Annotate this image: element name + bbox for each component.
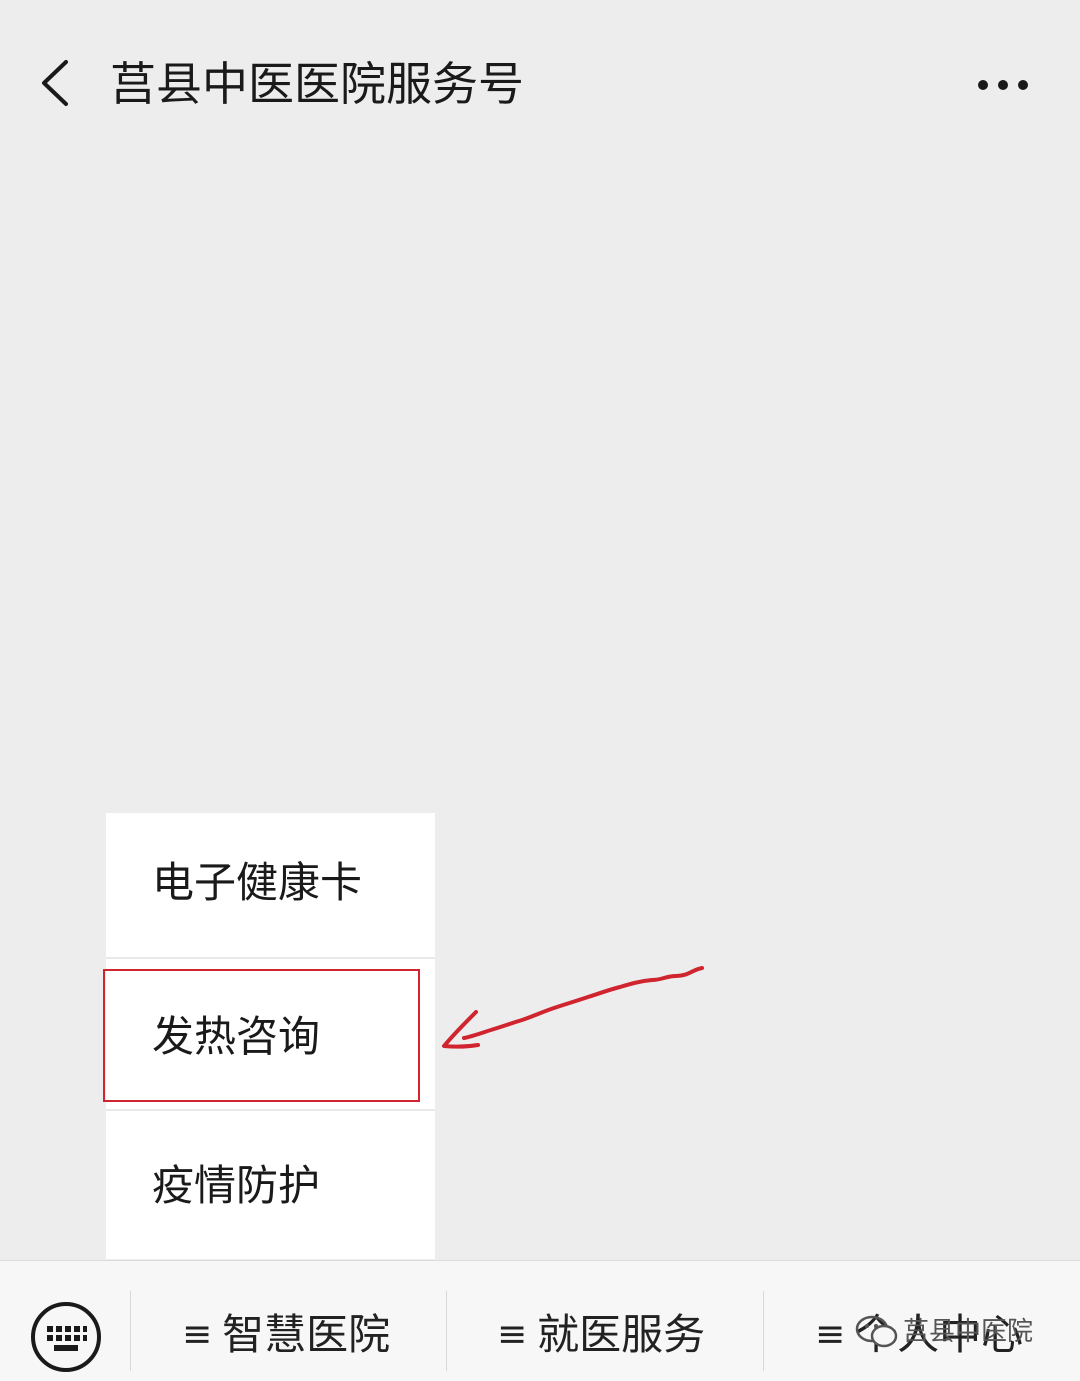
bottom-menu-bar: ≡ 智慧医院 ≡ 就医服务 ≡ 个人中心 — [0, 1260, 1080, 1381]
menu-divider — [106, 1109, 435, 1111]
ellipsis-icon — [978, 80, 1028, 90]
tab-smart-hospital[interactable]: ≡ 智慧医院 — [182, 1299, 390, 1371]
menu-item-epidemic-protection[interactable]: 疫情防护 — [106, 1113, 435, 1253]
menu-lines-icon: ≡ — [182, 1314, 213, 1355]
chevron-left-icon — [42, 60, 68, 106]
tab-medical-services[interactable]: ≡ 就医服务 — [497, 1299, 705, 1371]
menu-item-label: 电子健康卡 — [152, 858, 363, 907]
tab-divider — [130, 1291, 131, 1371]
keyboard-icon — [31, 1302, 101, 1372]
tab-divider — [446, 1291, 447, 1371]
page-title: 莒县中医医院服务号 — [110, 57, 524, 111]
tab-divider — [763, 1291, 764, 1371]
menu-lines-icon: ≡ — [497, 1314, 528, 1355]
more-options-button[interactable] — [968, 60, 1038, 110]
menu-item-fever-consultation[interactable]: 发热咨询 — [106, 963, 435, 1113]
menu-divider — [106, 957, 435, 959]
menu-lines-icon: ≡ — [815, 1314, 846, 1355]
tab-label: 智慧医院 — [222, 1310, 391, 1359]
menu-item-label: 发热咨询 — [152, 1012, 321, 1061]
submenu-popup: 电子健康卡 发热咨询 疫情防护 — [106, 813, 435, 1259]
back-button[interactable] — [30, 52, 90, 112]
keyboard-toggle-button[interactable] — [30, 1301, 102, 1373]
tab-label: 个人中心 — [855, 1310, 1024, 1359]
tab-label: 就医服务 — [537, 1310, 706, 1359]
menu-item-label: 疫情防护 — [152, 1161, 321, 1210]
tab-personal-center[interactable]: ≡ 个人中心 — [815, 1299, 1045, 1371]
hand-drawn-arrow-icon — [442, 966, 704, 1049]
top-navigation-bar: 莒县中医医院服务号 — [0, 0, 1080, 170]
menu-item-electronic-health-card[interactable]: 电子健康卡 — [106, 813, 435, 953]
